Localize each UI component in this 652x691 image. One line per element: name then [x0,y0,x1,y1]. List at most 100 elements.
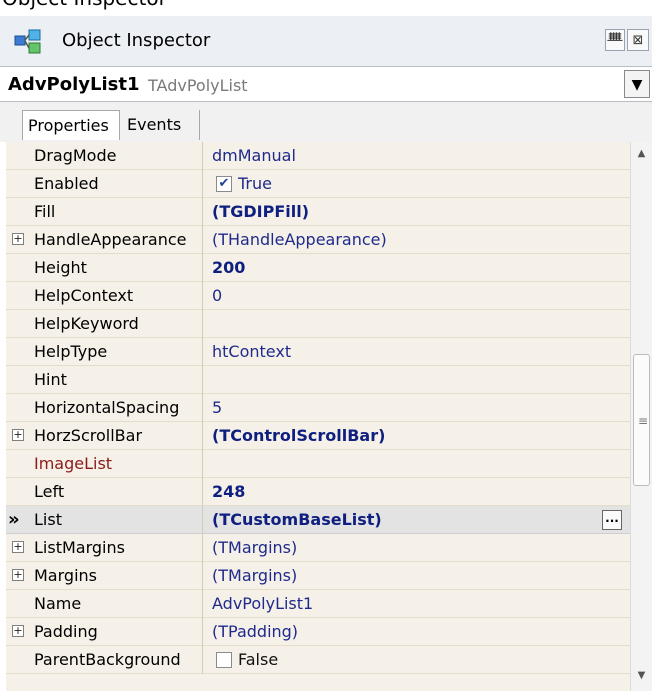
scrollbar-thumb[interactable]: ≡ [633,354,650,486]
property-value[interactable]: True [238,170,272,198]
property-grid: DragMode dmManual Enabled ✔ True Fill (TGDIPFi… [6,142,630,691]
expand-icon[interactable]: + [12,233,24,245]
tab-properties[interactable]: Properties [22,110,120,140]
expand-icon[interactable]: + [12,541,24,553]
property-name: Padding [34,622,98,641]
property-name: Enabled [34,174,99,193]
column-divider [202,170,203,198]
property-name: ParentBackground [34,650,181,669]
column-divider [202,646,203,674]
property-name: Hint [34,370,67,389]
tab-events[interactable]: Events [122,110,200,140]
property-value[interactable]: (TGDIPFill) [212,198,309,226]
pin-icon: ᚙ [607,33,623,48]
property-name: Name [34,594,82,613]
property-row[interactable]: + HorzScrollBar (TControlScrollBar) [6,422,630,450]
property-row[interactable]: + Padding (TPadding) [6,618,630,646]
property-value[interactable]: 5 [212,394,222,422]
property-name: HelpType [34,342,108,361]
selected-row-marker-icon: » [8,509,20,530]
scroll-up-icon[interactable]: ▲ [631,148,652,168]
property-name: ImageList [34,454,113,473]
tab-strip: Properties Events [0,102,652,142]
property-name: HelpKeyword [34,314,139,333]
object-type: TAdvPolyList [148,76,248,95]
property-name: Left [34,482,65,501]
property-row[interactable]: + Margins (TMargins) [6,562,630,590]
close-button[interactable]: ⊠ [627,29,649,51]
property-value[interactable]: (TPadding) [212,618,298,646]
expand-icon[interactable]: + [12,429,24,441]
column-divider [202,142,203,170]
property-row[interactable]: HelpContext 0 [6,282,630,310]
property-row[interactable]: DragMode dmManual [6,142,630,170]
chevron-down-icon: ▼ [631,77,643,93]
property-name: Fill [34,202,56,221]
column-divider [202,506,203,534]
column-divider [202,254,203,282]
property-row[interactable]: » List (TCustomBaseList)... [6,506,630,534]
property-value[interactable]: (TCustomBaseList) [212,506,382,534]
window-title: Object Inspector [62,30,211,51]
property-value[interactable]: False [238,646,278,674]
column-divider [202,394,203,422]
expand-icon[interactable]: + [12,625,24,637]
object-selector[interactable]: AdvPolyList1 TAdvPolyList ▼ [0,66,652,102]
property-row[interactable]: HelpKeyword [6,310,630,338]
property-row[interactable]: ImageList [6,450,630,478]
property-row[interactable]: ParentBackground False [6,646,630,674]
column-divider [202,562,203,590]
inspector-titlebar: Object Inspector ᚙ ⊠ [0,16,652,66]
property-name: Margins [34,566,97,585]
tab-events-label: Events [127,115,182,134]
property-name: DragMode [34,146,117,165]
property-value[interactable]: 200 [212,254,245,282]
expand-icon[interactable]: + [12,569,24,581]
tab-properties-label: Properties [28,116,109,135]
column-divider [202,310,203,338]
property-checkbox[interactable]: ✔ [216,176,232,192]
column-divider [202,422,203,450]
property-value[interactable]: htContext [212,338,291,366]
pin-button[interactable]: ᚙ [605,29,625,51]
property-value[interactable]: 0 [212,282,222,310]
property-row[interactable]: Hint [6,366,630,394]
vertical-scrollbar[interactable]: ▲ ≡ ▼ [630,142,652,691]
ellipsis-button[interactable]: ... [602,510,622,530]
property-row[interactable]: Fill (TGDIPFill) [6,198,630,226]
property-name: HandleAppearance [34,230,187,249]
property-row[interactable]: Enabled ✔ True [6,170,630,198]
property-value[interactable]: AdvPolyList1 [212,590,313,618]
property-name: ListMargins [34,538,125,557]
scroll-down-icon[interactable]: ▼ [631,670,652,690]
property-name: HorizontalSpacing [34,398,180,417]
property-checkbox[interactable] [216,652,232,668]
property-value[interactable]: dmManual [212,142,296,170]
property-row[interactable]: + ListMargins (TMargins) [6,534,630,562]
property-row[interactable]: Name AdvPolyList1 [6,590,630,618]
top-strip-text: Object Inspector [2,0,167,10]
property-value[interactable]: (TMargins) [212,534,297,562]
column-divider [202,618,203,646]
property-name: List [34,510,62,529]
property-row[interactable]: HelpType htContext [6,338,630,366]
object-name: AdvPolyList1 [8,74,140,95]
object-dropdown-button[interactable]: ▼ [624,70,650,98]
column-divider [202,338,203,366]
object-inspector-icon [14,29,41,54]
property-row[interactable]: + HandleAppearance (THandleAppearance) [6,226,630,254]
column-divider [202,590,203,618]
column-divider [202,226,203,254]
previous-window-fragment: Object Inspector [0,0,652,16]
property-row[interactable]: Left 248 [6,478,630,506]
property-row[interactable]: Height 200 [6,254,630,282]
property-value[interactable]: (TMargins) [212,562,297,590]
property-row[interactable]: HorizontalSpacing 5 [6,394,630,422]
property-value[interactable]: (THandleAppearance) [212,226,387,254]
property-value[interactable]: (TControlScrollBar) [212,422,385,450]
property-name: HorzScrollBar [34,426,143,445]
grip-icon: ≡ [638,414,649,428]
property-name: HelpContext [34,286,134,305]
property-value[interactable]: 248 [212,478,245,506]
column-divider [202,366,203,394]
